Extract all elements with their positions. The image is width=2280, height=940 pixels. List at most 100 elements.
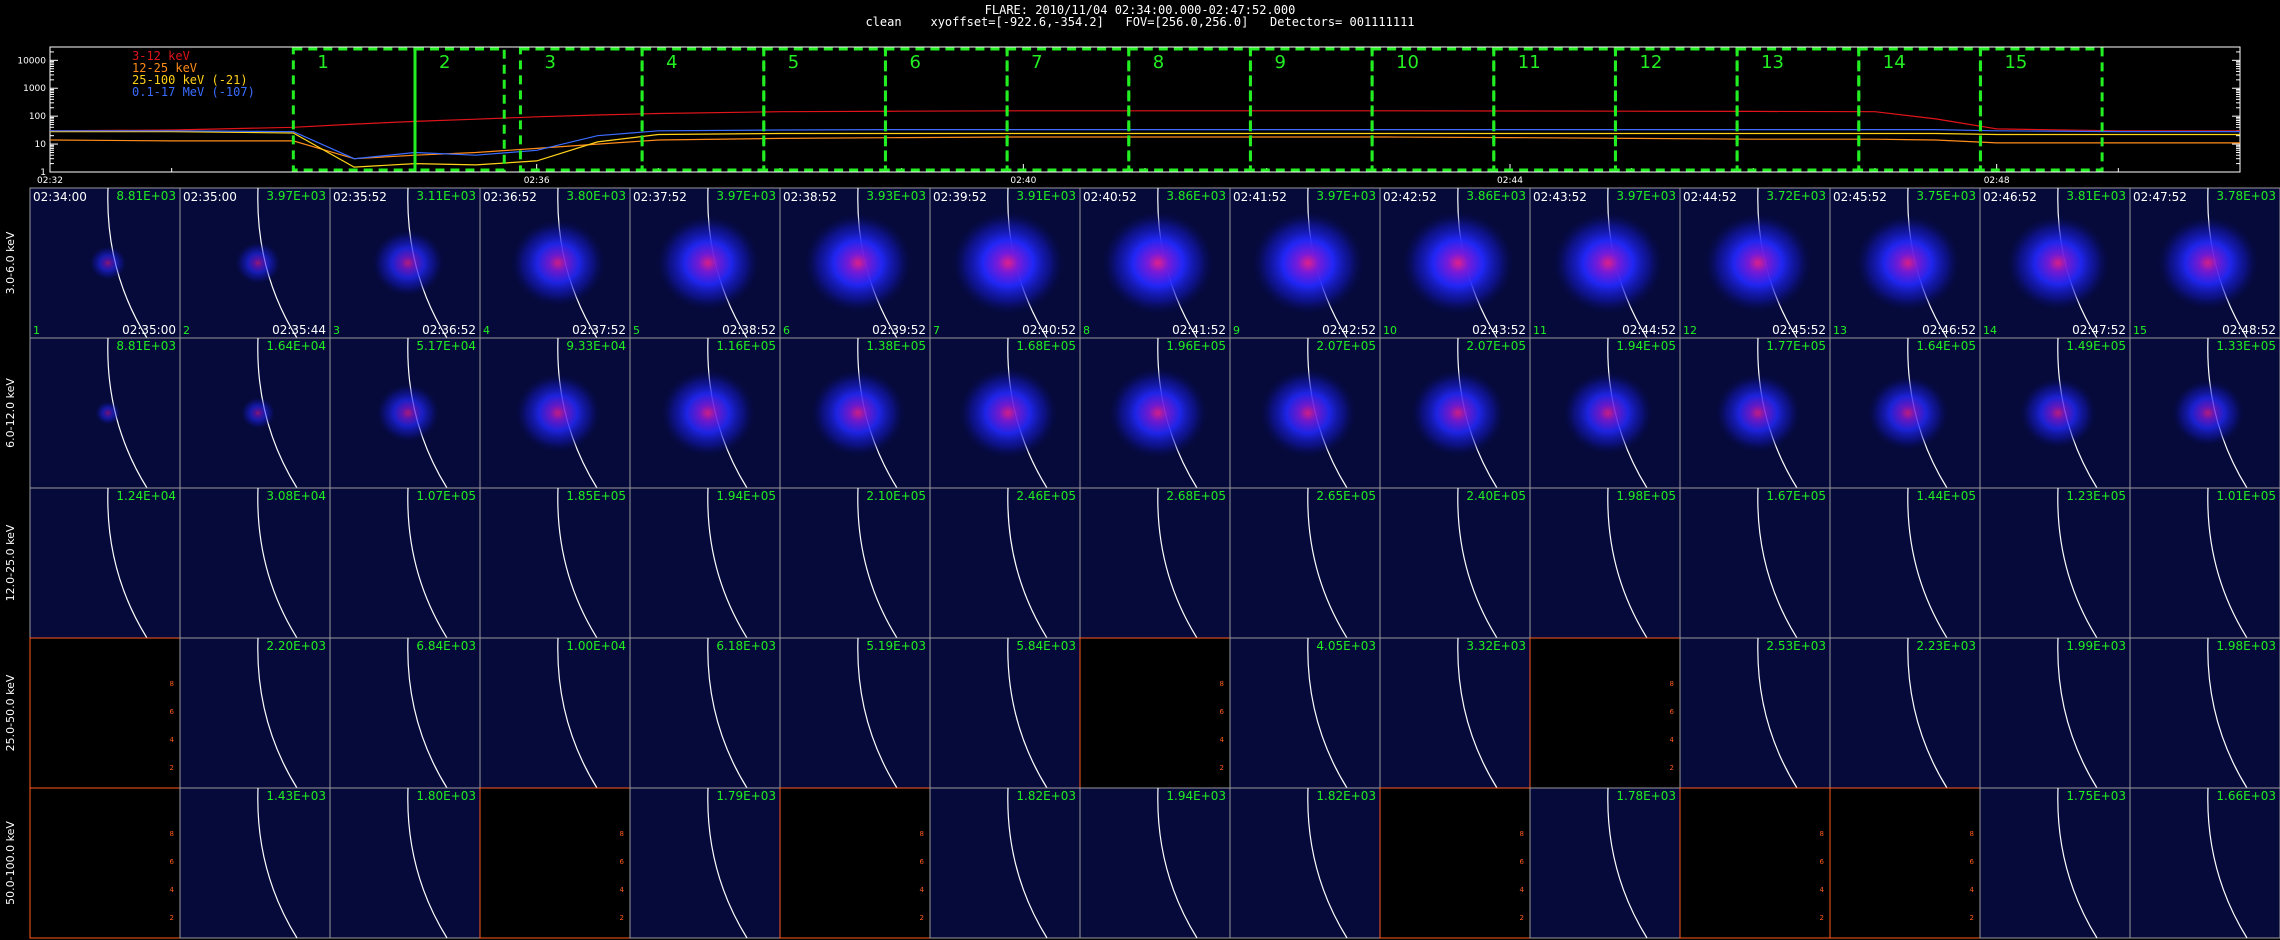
panel-max-value: 6.18E+03	[716, 639, 776, 653]
panel-end-time: 02:37:52	[572, 323, 626, 337]
image-panel: 3.72E+03 02:44:52 02:45:52 12	[1679, 187, 1831, 339]
panel-tick-label: 2	[170, 764, 174, 772]
panel-tick-label: 6	[1970, 858, 1975, 866]
panel-background	[1229, 787, 1381, 939]
panel-background	[329, 637, 481, 789]
image-panel: 2 4 6 8	[1529, 637, 1681, 789]
image-panel: 2 4 6 8	[29, 787, 181, 939]
panel-max-value: 2.65E+05	[1316, 489, 1376, 503]
panel-background	[1829, 487, 1981, 639]
panel-end-time: 02:43:52	[1472, 323, 1526, 337]
image-panel: 2 4 6 8	[1679, 787, 1831, 939]
panel-tick-label: 4	[170, 736, 175, 744]
image-panel: 8.81E+03	[29, 337, 181, 489]
panel-max-value: 1.33E+05	[2216, 339, 2276, 353]
image-panel: 9.33E+04	[479, 337, 631, 489]
panel-tick-label: 8	[1220, 680, 1224, 688]
panel-tick-label: 8	[1670, 680, 1674, 688]
image-panel: 1.79E+03	[629, 787, 781, 939]
panel-max-value: 1.94E+05	[716, 489, 776, 503]
panel-background	[629, 637, 781, 789]
panel-max-value: 1.79E+03	[716, 789, 776, 803]
image-panel: 1.44E+05	[1829, 487, 1981, 639]
flare-source	[510, 219, 606, 307]
image-panel: 1.66E+03	[2129, 787, 2280, 939]
flare-source	[2006, 215, 2110, 311]
panel-start-time: 02:42:52	[1383, 190, 1437, 204]
panel-index: 7	[933, 324, 940, 337]
image-panel: 3.97E+03 02:41:52 02:42:52 9	[1229, 187, 1381, 339]
image-panel: 2.23E+03	[1829, 637, 1981, 789]
panel-background	[329, 487, 481, 639]
panel-tick-label: 2	[1970, 914, 1974, 922]
panel-tick-label: 6	[1820, 858, 1825, 866]
panel-background	[1679, 487, 1831, 639]
panel-background	[29, 637, 181, 789]
panel-end-time: 02:45:52	[1772, 323, 1826, 337]
image-panel: 1.24E+04	[29, 487, 181, 639]
panel-max-value: 3.97E+03	[1316, 189, 1376, 203]
panel-end-time: 02:42:52	[1322, 323, 1376, 337]
panel-background	[1529, 637, 1681, 789]
panel-tick-label: 4	[620, 886, 625, 894]
panel-index: 8	[1083, 324, 1090, 337]
panel-max-value: 2.20E+03	[266, 639, 326, 653]
panel-max-value: 2.53E+03	[1766, 639, 1826, 653]
panel-index: 14	[1983, 324, 1997, 337]
image-panel: 2 4 6 8	[29, 637, 181, 789]
panel-background	[2129, 487, 2280, 639]
panel-end-time: 02:46:52	[1922, 323, 1976, 337]
panel-tick-label: 2	[170, 914, 174, 922]
panel-background	[29, 787, 181, 939]
image-panel: 3.80E+03 02:36:52 02:37:52 4	[479, 187, 631, 339]
panel-tick-label: 6	[1520, 858, 1525, 866]
panel-tick-label: 6	[1220, 708, 1225, 716]
panel-start-time: 02:40:52	[1083, 190, 1137, 204]
panel-tick-label: 4	[1520, 886, 1525, 894]
panel-start-time: 02:35:52	[333, 190, 387, 204]
image-panel: 1.67E+05	[1679, 487, 1831, 639]
panel-index: 11	[1533, 324, 1547, 337]
panel-max-value: 3.86E+03	[1166, 189, 1226, 203]
panel-max-value: 1.66E+03	[2216, 789, 2276, 803]
panel-max-value: 1.23E+05	[2066, 489, 2126, 503]
panel-tick-label: 6	[170, 858, 175, 866]
flare-source	[1259, 368, 1357, 458]
panel-background	[179, 637, 331, 789]
flare-source	[2157, 216, 2259, 310]
panel-max-value: 1.00E+04	[566, 639, 626, 653]
flare-source	[1715, 373, 1801, 453]
image-panel: 2.40E+05	[1379, 487, 1531, 639]
panel-background	[479, 487, 631, 639]
panel-max-value: 3.11E+03	[416, 189, 476, 203]
image-panel: 1.82E+03	[1229, 787, 1381, 939]
flare-source	[660, 369, 756, 457]
panel-end-time: 02:47:52	[2072, 323, 2126, 337]
flare-source	[958, 367, 1058, 459]
panel-max-value: 1.24E+04	[116, 489, 176, 503]
panel-max-value: 3.97E+03	[266, 189, 326, 203]
image-panel: 6.84E+03	[329, 637, 481, 789]
panel-start-time: 02:43:52	[1533, 190, 1587, 204]
panel-start-time: 02:46:52	[1983, 190, 2037, 204]
panel-tick-label: 4	[920, 886, 925, 894]
flare-source	[810, 369, 906, 457]
image-panel: 2.20E+03	[179, 637, 331, 789]
panel-max-value: 5.84E+03	[1016, 639, 1076, 653]
panel-background	[1679, 787, 1831, 939]
image-panel: 8.81E+03 02:34:00 02:35:00 1	[29, 187, 181, 339]
panel-background	[779, 637, 931, 789]
panel-background	[1529, 787, 1681, 939]
panel-tick-label: 8	[1820, 830, 1824, 838]
panel-index: 9	[1233, 324, 1240, 337]
panel-max-value: 1.80E+03	[416, 789, 476, 803]
image-panel: 5.19E+03	[779, 637, 931, 789]
image-panel: 2 4 6 8	[479, 787, 631, 939]
panel-background	[1679, 637, 1831, 789]
flare-source	[240, 397, 276, 429]
panel-index: 5	[633, 324, 640, 337]
panel-background	[1829, 637, 1981, 789]
panel-max-value: 1.94E+05	[1616, 339, 1676, 353]
flare-source	[2019, 377, 2097, 449]
panel-index: 12	[1683, 324, 1697, 337]
